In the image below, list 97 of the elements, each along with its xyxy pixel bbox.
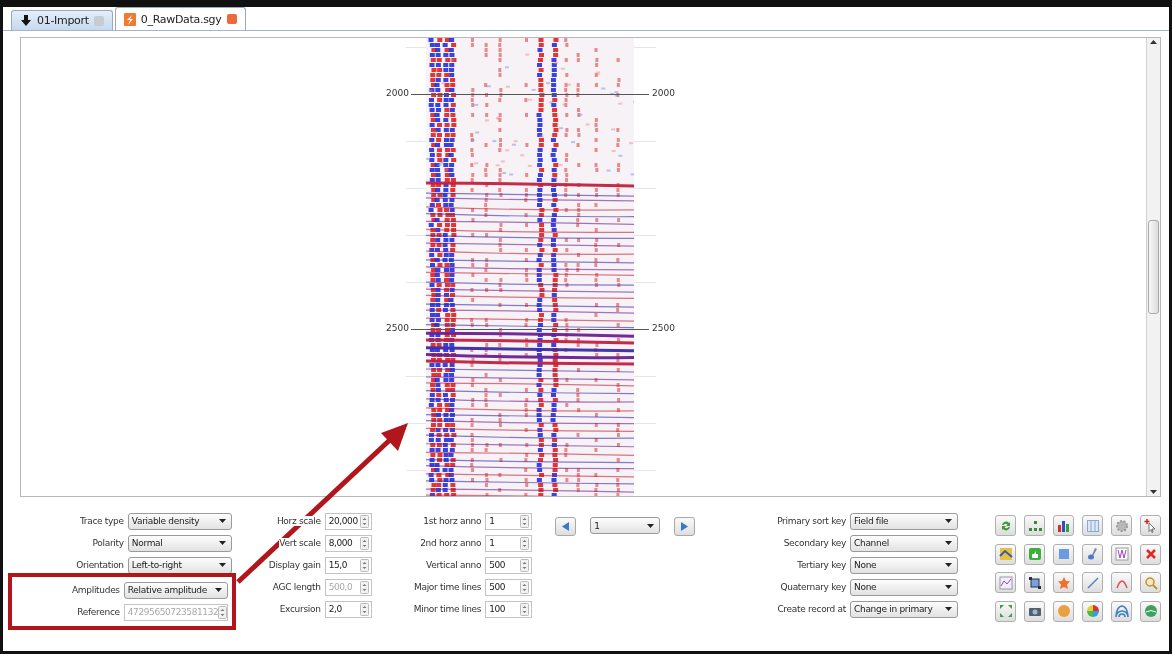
- record-dropdown[interactable]: 1: [590, 517, 661, 534]
- field-label: Excursion: [279, 604, 321, 614]
- caret-icon: [945, 519, 952, 523]
- spinner-arrows-icon[interactable]: [520, 536, 530, 550]
- scrollbar-thumb[interactable]: [1148, 220, 1159, 314]
- file-icon: [123, 12, 136, 26]
- spinner-field[interactable]: 1: [485, 534, 533, 552]
- next-button[interactable]: [674, 517, 696, 536]
- caret-icon: [945, 563, 952, 567]
- field-label: Vertical anno: [426, 560, 482, 570]
- field-label: Horz scale: [276, 516, 321, 526]
- field-label: Trace type: [79, 516, 124, 526]
- globe-icon: [1143, 604, 1158, 618]
- time-label: 2500: [386, 323, 409, 333]
- download-arrow-icon: [20, 14, 32, 27]
- caret-icon: [945, 607, 952, 611]
- field-label: Orientation: [76, 560, 124, 570]
- toolbar-button[interactable]: [1053, 515, 1074, 536]
- brush-icon: [1085, 547, 1100, 561]
- right-arrow-icon: [681, 522, 689, 531]
- caret-icon: [218, 563, 226, 567]
- wave-icon: [1114, 547, 1129, 561]
- field-label: AGC length: [272, 582, 321, 592]
- spinner-field[interactable]: 100: [485, 600, 533, 618]
- dropdown[interactable]: Change in primary: [850, 600, 958, 618]
- field-label: Reference: [77, 607, 120, 617]
- scroll-up-icon[interactable]: [1150, 40, 1157, 44]
- star-icon: [1056, 575, 1071, 590]
- tab[interactable]: 01-Import: [11, 10, 113, 30]
- expand-icon: [998, 604, 1013, 618]
- spinner-field[interactable]: 8,000: [324, 534, 372, 552]
- panel-icon: [1085, 518, 1100, 533]
- toolbar-button[interactable]: [1024, 600, 1045, 622]
- gear-icon: [1114, 518, 1129, 533]
- map-icon: [998, 547, 1013, 561]
- hierarchy-icon: [1027, 518, 1042, 533]
- field-label: 2nd horz anno: [420, 538, 482, 548]
- spinner-arrows-icon[interactable]: [359, 536, 369, 550]
- field-label: Display gain: [268, 560, 321, 570]
- field-label: Major time lines: [414, 582, 482, 592]
- spinner-arrows-icon[interactable]: [359, 514, 369, 528]
- dropdown[interactable]: Left-to-right: [127, 556, 232, 574]
- caret-icon: [214, 588, 222, 592]
- left-arrow-icon: [562, 522, 570, 531]
- field-label: Minor time lines: [413, 604, 482, 614]
- dropdown[interactable]: Channel: [850, 534, 958, 552]
- spinner-field[interactable]: 15,0: [324, 556, 372, 574]
- toolbar-button[interactable]: [995, 543, 1016, 565]
- tab-close-icon[interactable]: [226, 14, 237, 24]
- dropdown[interactable]: None: [850, 556, 958, 574]
- thumbs-up-icon: [1027, 547, 1042, 561]
- dropdown[interactable]: Field file: [850, 512, 958, 530]
- field-label: Quaternary key: [780, 582, 846, 592]
- spinner-field[interactable]: 2,0: [324, 600, 372, 618]
- field-label: Create record at: [777, 604, 846, 614]
- spinner-arrows-icon[interactable]: [520, 558, 530, 572]
- toolbar-button[interactable]: [1024, 572, 1045, 593]
- spinner-arrows-icon[interactable]: [520, 514, 530, 528]
- spinner-arrows-icon[interactable]: [520, 602, 530, 616]
- time-label: 2500: [652, 323, 675, 333]
- line-chart-icon: [998, 575, 1013, 590]
- selection-icon: [1027, 575, 1042, 590]
- field-label: Amplitudes: [71, 585, 120, 595]
- color-wheel-icon: [1085, 604, 1100, 618]
- caret-icon: [945, 541, 952, 545]
- field-label: Secondary key: [783, 538, 846, 548]
- field-label: 1st horz anno: [423, 516, 482, 526]
- spinner-field[interactable]: 20,000: [324, 512, 372, 530]
- previous-button[interactable]: [555, 517, 577, 536]
- time-label: 2000: [652, 88, 675, 98]
- close-icon: [1143, 547, 1158, 561]
- tab[interactable]: 0_RawData.sgy: [114, 7, 246, 30]
- caret-icon: [218, 541, 226, 545]
- scroll-down-icon[interactable]: [1150, 490, 1157, 494]
- square-icon: [1056, 547, 1071, 561]
- bar-chart-icon: [1056, 518, 1071, 533]
- spinner-field[interactable]: 500: [485, 578, 533, 596]
- caret-icon: [218, 519, 226, 523]
- field-label: Primary sort key: [777, 516, 846, 526]
- signal-icon: [1114, 604, 1129, 618]
- field-label: Tertiary key: [797, 560, 846, 570]
- spinner-arrows-icon[interactable]: [359, 558, 369, 572]
- spinner-field[interactable]: 500: [485, 556, 533, 574]
- zoom-icon: [1143, 575, 1158, 590]
- line-icon: [1085, 575, 1100, 590]
- caret-icon: [647, 523, 655, 528]
- field-label: Polarity: [92, 538, 124, 548]
- dropdown[interactable]: None: [850, 578, 958, 596]
- field-label: Vert scale: [279, 538, 321, 548]
- cursor-icon: [1143, 518, 1158, 533]
- dropdown[interactable]: Variable density: [127, 512, 232, 530]
- time-label: 2000: [386, 88, 409, 98]
- dropdown[interactable]: Normal: [127, 534, 232, 552]
- spinner-field[interactable]: 1: [485, 512, 533, 530]
- spinner-arrows-icon[interactable]: [359, 602, 369, 616]
- spinner-arrows-icon[interactable]: [520, 580, 530, 594]
- caret-icon: [945, 585, 952, 589]
